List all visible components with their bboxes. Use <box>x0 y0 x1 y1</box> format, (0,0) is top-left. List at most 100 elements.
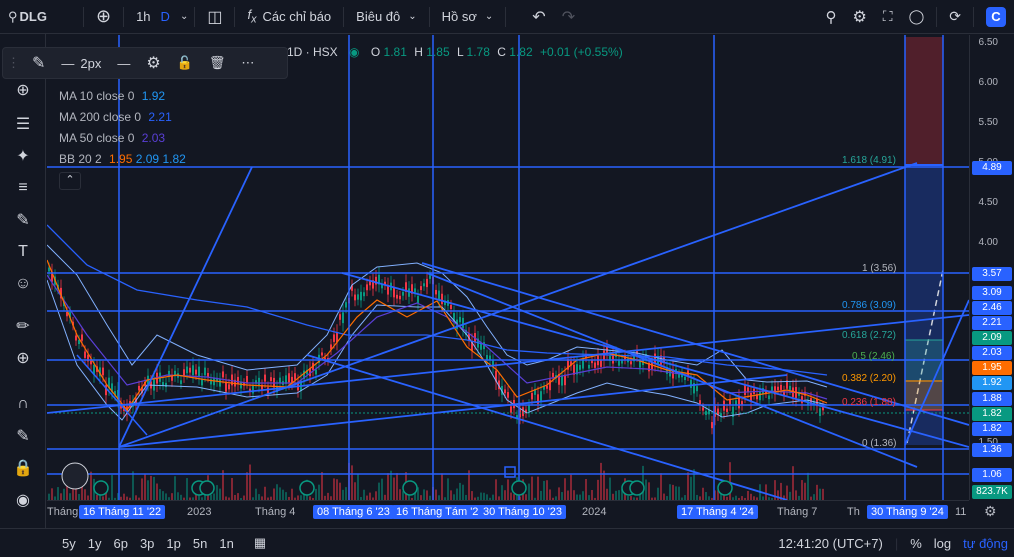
divider <box>936 6 938 27</box>
auto-scale-toggle[interactable]: tự động <box>957 536 1014 551</box>
lock-drawing-icon[interactable]: ✎ <box>11 424 35 448</box>
volume-bar <box>645 479 647 500</box>
ruler-icon[interactable]: ✏ <box>11 314 35 338</box>
long-position-loss-zone[interactable] <box>905 37 943 165</box>
eye-dot-icon[interactable]: ◉ <box>349 45 359 59</box>
volume-series <box>48 462 824 500</box>
earnings-marker[interactable] <box>402 480 418 496</box>
volume-bar <box>657 487 659 500</box>
eye-icon[interactable]: ◉ <box>11 488 35 512</box>
lock-icon[interactable]: 🔒 <box>11 456 35 480</box>
log-toggle[interactable]: log <box>928 536 957 551</box>
interval-1h[interactable]: 1h <box>128 0 158 34</box>
fib-icon[interactable]: ≡ <box>11 176 35 200</box>
candle-body <box>345 302 347 308</box>
candle-body <box>507 392 509 398</box>
volume-bar <box>426 490 428 500</box>
pattern-icon[interactable]: ✦ <box>11 144 35 168</box>
compare-button[interactable]: ⊕ <box>88 0 119 34</box>
fullscreen-button[interactable]: ⛶ <box>875 0 901 34</box>
time-badge: 30 Tháng 10 '23 <box>479 505 566 519</box>
quick-search-button[interactable]: ⚲ <box>817 0 844 34</box>
ma10-line <box>47 259 828 412</box>
date-range-button[interactable]: ▦ <box>248 535 272 551</box>
gear-icon: ⚙ <box>146 55 161 72</box>
zoom-in-icon[interactable]: ⊕ <box>11 346 35 370</box>
axis-settings-button[interactable]: ⚙ <box>984 503 997 520</box>
volume-bar <box>291 488 293 500</box>
range-button-1n[interactable]: 1n <box>213 536 239 551</box>
trash-icon: 🗑 <box>208 55 226 70</box>
earnings-marker[interactable] <box>93 480 109 496</box>
chart-pane[interactable]: 1D · HSX ◉ O 1.81 H 1.85 L 1.78 C 1.82 +… <box>47 35 969 500</box>
collapse-legend-button[interactable]: ⌃ <box>59 172 81 190</box>
fib-level-label: 0.5 (2.46) <box>852 351 895 362</box>
candle-body <box>315 369 317 375</box>
candle-body <box>552 372 554 378</box>
line-width-label: 2px <box>80 55 102 71</box>
profile-button[interactable]: Hồ sơ ⌄ <box>434 0 502 34</box>
time-badge: 16 Tháng Tám '23 <box>392 505 489 519</box>
app-logo[interactable]: C <box>978 0 1014 34</box>
interval-d[interactable]: D ⌄ <box>159 0 191 34</box>
chart-menu-button[interactable]: Biêu đô ⌄ <box>348 0 424 34</box>
ma50-legend[interactable]: MA 50 close 0 2.03 <box>59 131 165 145</box>
price-axis[interactable]: 6.506.005.505.004.504.001.50 4.893.573.0… <box>969 35 1014 500</box>
volume-bar <box>354 482 356 500</box>
screenshot-button[interactable]: ◯ <box>901 0 933 34</box>
pencil-icon[interactable]: ✎ <box>24 53 53 73</box>
brush-icon[interactable]: ✎ <box>11 208 35 232</box>
volume-bar <box>57 487 59 500</box>
time-axis[interactable]: Tháng 2023 Tháng 4 2024 Tháng 7 Th 11 16 Tháng… <box>47 500 969 524</box>
earnings-marker[interactable] <box>511 480 527 496</box>
range-button-5n[interactable]: 5n <box>187 536 213 551</box>
share-button[interactable]: ⟳ <box>941 0 969 34</box>
volume-bar <box>558 487 560 500</box>
emoji-icon[interactable]: ☺ <box>11 272 35 296</box>
lock-button[interactable]: 🔓 <box>169 55 201 71</box>
line-width-button[interactable]: — 2px <box>53 56 109 71</box>
range-button-1p[interactable]: 1p <box>160 536 186 551</box>
line-style-button[interactable]: — <box>109 56 138 71</box>
earnings-marker[interactable] <box>717 480 733 496</box>
replay-marker[interactable] <box>504 466 516 478</box>
candle-body <box>222 371 224 378</box>
settings-button[interactable]: ⚙ <box>138 53 168 73</box>
earnings-marker[interactable] <box>299 480 315 496</box>
candle-body <box>678 374 680 378</box>
percent-toggle[interactable]: % <box>904 536 928 551</box>
symbol-search[interactable]: ⚲ DLG <box>0 0 55 34</box>
indicators-button[interactable]: fx Các chỉ báo <box>239 0 339 34</box>
volume-bar <box>75 488 77 500</box>
range-button-6p[interactable]: 6p <box>107 536 133 551</box>
more-button[interactable]: ⋯ <box>233 55 262 71</box>
ma10-legend[interactable]: MA 10 close 0 1.92 <box>59 89 165 103</box>
redo-button[interactable]: ↷ <box>554 0 583 34</box>
volume-bar <box>561 492 563 500</box>
candle-body <box>504 389 506 394</box>
earnings-marker[interactable] <box>629 480 645 496</box>
trend-line-icon[interactable]: ☰ <box>11 112 35 136</box>
candle-body <box>195 369 197 375</box>
ma200-legend[interactable]: MA 200 close 0 2.21 <box>59 110 172 124</box>
bb-legend[interactable]: BB 20 2 1.95 2.09 1.82 <box>59 152 186 166</box>
earnings-marker[interactable] <box>199 480 215 496</box>
drag-handle[interactable]: ⋮ <box>3 55 24 71</box>
clock[interactable]: 12:41:20 (UTC+7) <box>772 536 888 551</box>
volume-bar <box>51 488 53 500</box>
price-tick: 6.00 <box>978 77 998 88</box>
delete-button[interactable]: 🗑 <box>201 55 234 71</box>
candle-type-button[interactable]: ◫ <box>199 0 230 34</box>
magnet-icon[interactable]: ∩ <box>11 392 35 416</box>
settings-button[interactable]: ⚙ <box>844 0 874 34</box>
range-button-1y[interactable]: 1y <box>82 536 108 551</box>
search-icon: ⚲ <box>8 8 18 24</box>
undo-button[interactable]: ↶ <box>524 0 553 34</box>
text-icon[interactable]: T <box>11 240 35 264</box>
tv-logo-icon[interactable] <box>61 462 89 490</box>
range-button-3p[interactable]: 3p <box>134 536 160 551</box>
price-tick: 5.50 <box>978 117 998 128</box>
divider: | <box>894 535 899 551</box>
crosshair-icon[interactable]: ⊕ <box>11 78 35 102</box>
range-button-5y[interactable]: 5y <box>56 536 82 551</box>
